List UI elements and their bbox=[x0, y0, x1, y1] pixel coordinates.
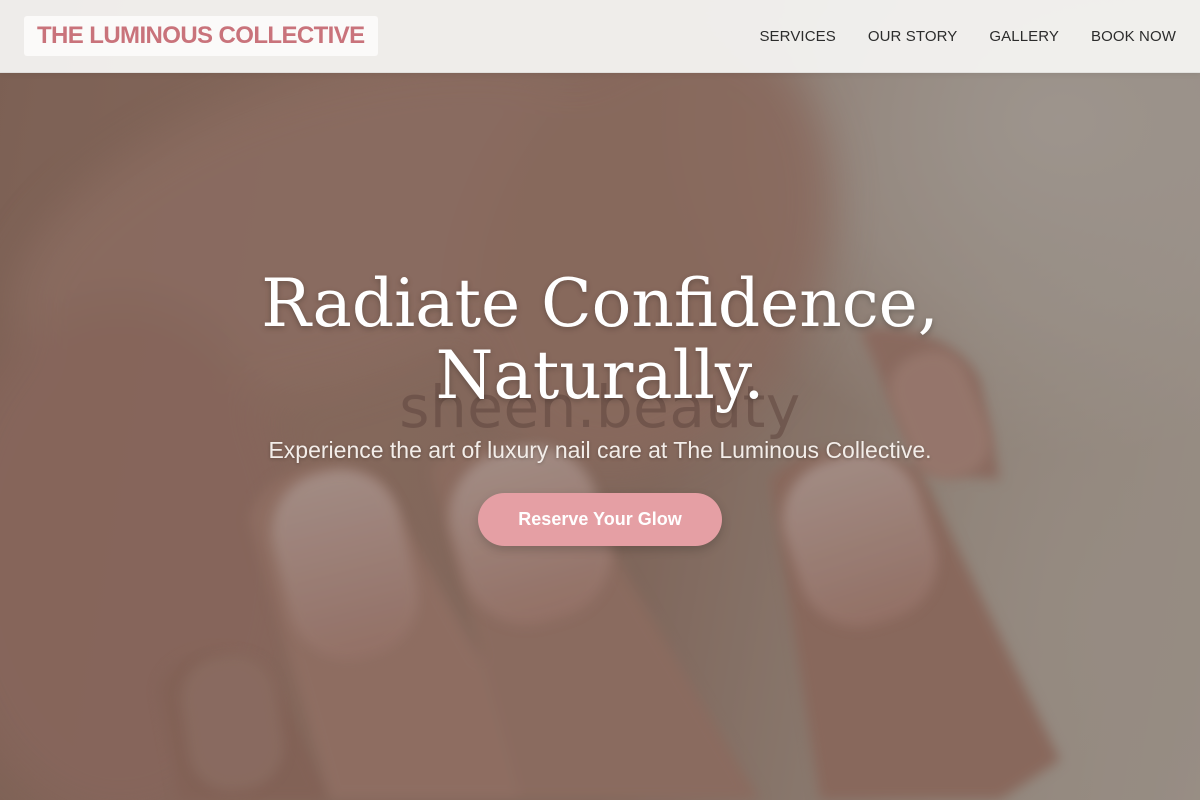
nav-link-our-story[interactable]: OUR STORY bbox=[868, 28, 958, 45]
nav-link-gallery[interactable]: GALLERY bbox=[989, 28, 1059, 45]
landing-page: THE LUMINOUS COLLECTIVE SERVICES OUR STO… bbox=[0, 0, 1200, 800]
site-header: THE LUMINOUS COLLECTIVE SERVICES OUR STO… bbox=[0, 0, 1200, 73]
nav-link-services[interactable]: SERVICES bbox=[759, 28, 835, 45]
hero-title: Radiate Confidence, Naturally. bbox=[100, 268, 1100, 412]
hero-title-line-2: Naturally. bbox=[435, 337, 765, 414]
nav-link-book-now[interactable]: BOOK NOW bbox=[1091, 28, 1176, 45]
reserve-your-glow-button[interactable]: Reserve Your Glow bbox=[478, 493, 722, 546]
hero-title-line-1: Radiate Confidence, bbox=[261, 265, 939, 342]
main-nav: SERVICES OUR STORY GALLERY BOOK NOW bbox=[759, 0, 1176, 72]
hero-subtitle: Experience the art of luxury nail care a… bbox=[268, 437, 932, 463]
site-logo[interactable]: THE LUMINOUS COLLECTIVE bbox=[24, 16, 378, 56]
hero-section: sheen.beauty Radiate Confidence, Natural… bbox=[0, 0, 1200, 800]
